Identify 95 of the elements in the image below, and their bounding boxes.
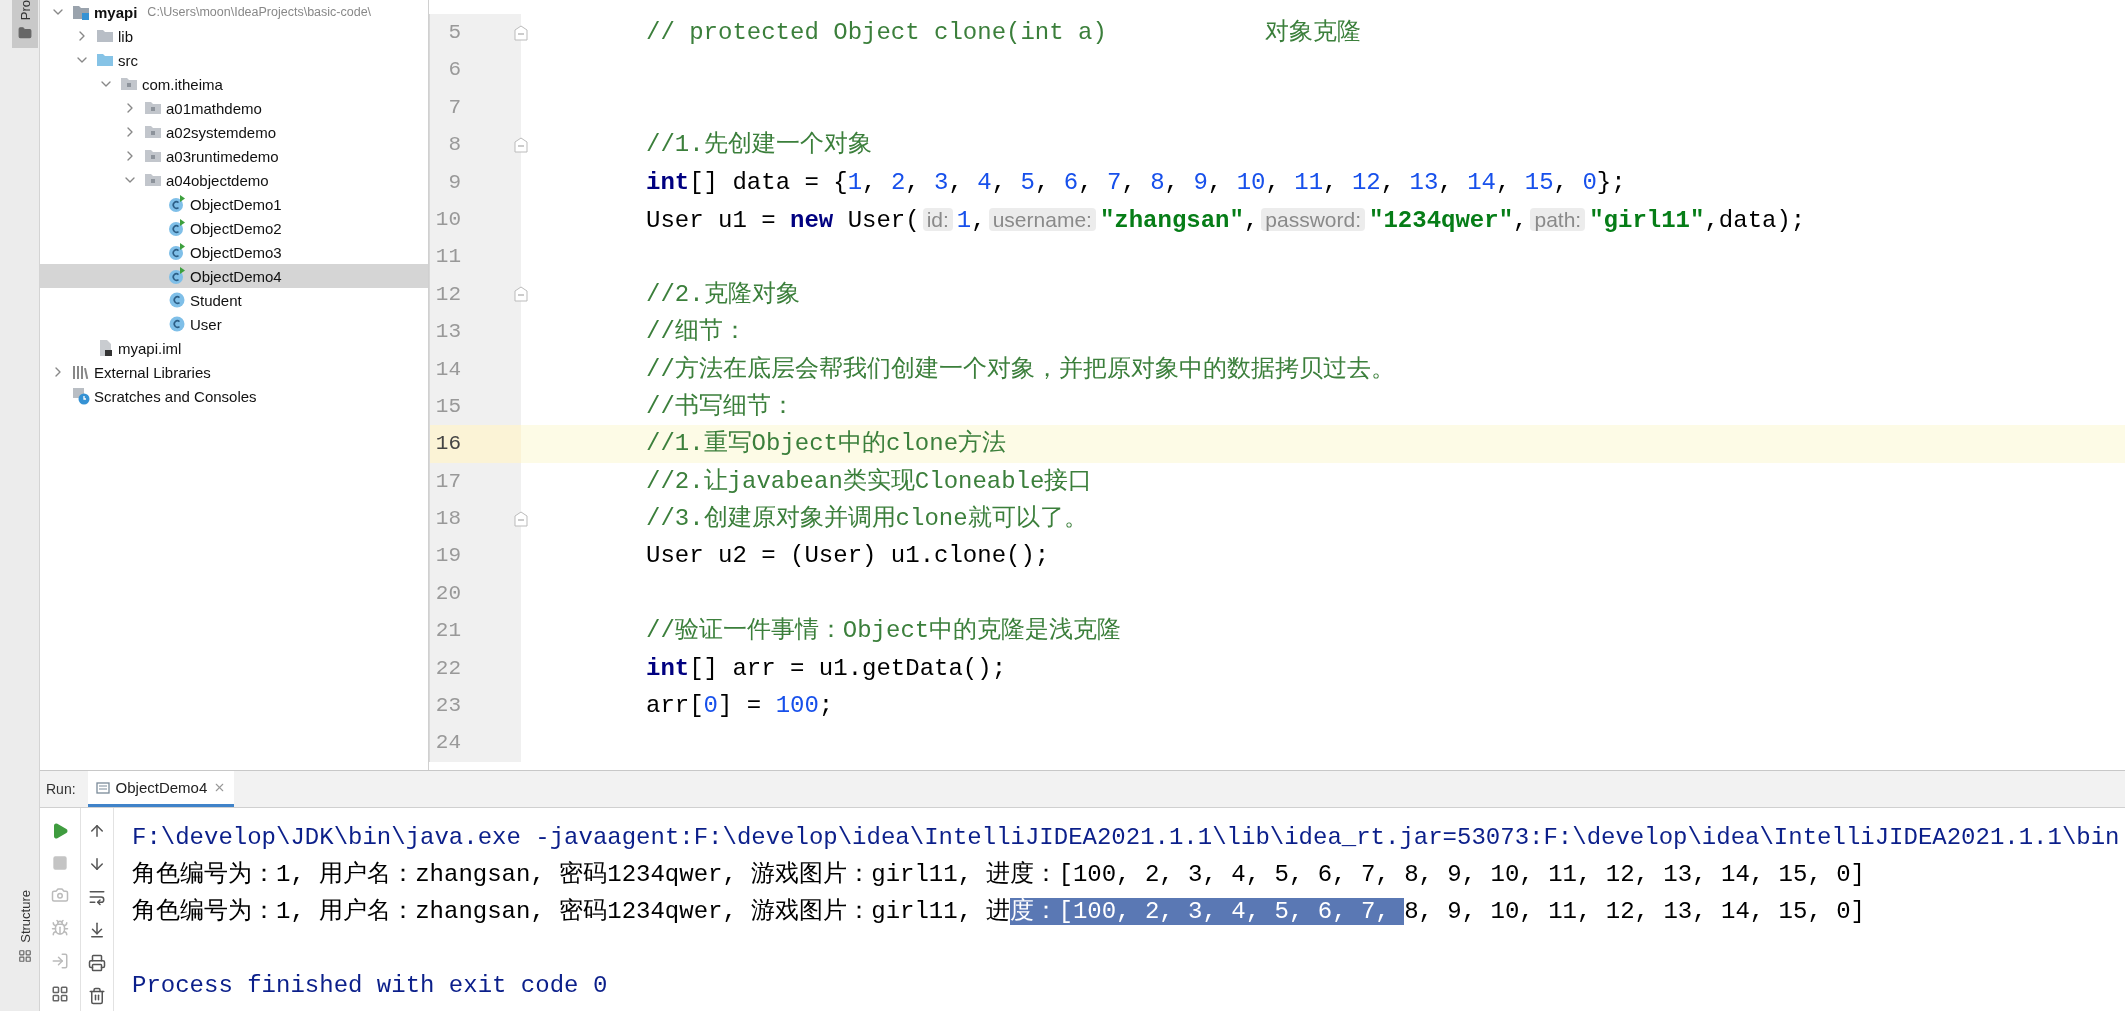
- tree-item[interactable]: src: [40, 48, 428, 72]
- line-number: 23: [429, 687, 521, 725]
- console-line: F:\develop\JDK\bin\java.exe -javaagent:F:\develop\idea\IntelliJIDEA2021.1.1\lib\idea_rt.jar=53073:F:\develop\idea\IntelliJIDEA2021.1.1\bin: [132, 823, 2121, 853]
- tree-item[interactable]: myapi.iml: [40, 336, 428, 360]
- code-line: //方法在底层会帮我们创建一个对象，并把原对象中的数据拷贝过去。: [645, 354, 1396, 385]
- fold-marker-icon[interactable]: [513, 24, 529, 41]
- package-icon: [144, 123, 162, 141]
- code-line: //验证一件事情：Object中的克隆是浅克隆: [645, 616, 1123, 647]
- line-number: 16: [429, 425, 521, 463]
- layout-icon[interactable]: [51, 985, 69, 1003]
- line-number: 14: [429, 350, 521, 388]
- code-line: int[] arr = u1.getData();: [645, 653, 1008, 684]
- rerun-icon[interactable]: [51, 822, 69, 840]
- line-number: 11: [429, 238, 521, 276]
- code-line: //1.重写Object中的clone方法: [645, 428, 1008, 460]
- tree-item[interactable]: Scratches and Consoles: [40, 384, 428, 408]
- tree-item[interactable]: a02systemdemo: [40, 120, 428, 144]
- tree-item[interactable]: ObjectDemo3: [40, 240, 428, 264]
- code-line: // protected Object clone(int a) 对象克隆: [645, 18, 1363, 48]
- fold-marker-icon[interactable]: [513, 286, 529, 303]
- line-number: 24: [429, 724, 521, 762]
- tree-item[interactable]: a03runtimedemo: [40, 144, 428, 168]
- console-icon: [95, 780, 110, 795]
- tool-window-tab[interactable]: Pro: [12, 0, 38, 49]
- code-line: //1.先创建一个对象: [645, 130, 873, 161]
- console-line: Process finished with exit code 0: [132, 971, 609, 1001]
- line-number: 15: [429, 387, 521, 426]
- tree-item[interactable]: ObjectDemo4: [40, 264, 428, 288]
- line-number: 20: [429, 574, 521, 613]
- library-icon: [72, 363, 90, 381]
- class-icon: [168, 195, 186, 213]
- code-line: int[] data = {1, 2, 3, 4, 5, 6, 7, 8, 9, 10, 11, 12, 13, 14, 15, 0};: [645, 167, 1627, 198]
- line-number: 7: [429, 88, 521, 127]
- fold-marker-icon[interactable]: [513, 510, 529, 527]
- tree-item[interactable]: ObjectDemo1: [40, 192, 428, 216]
- line-number: 8: [429, 126, 521, 164]
- package-icon: [144, 147, 162, 165]
- line-number: 13: [429, 313, 521, 351]
- package-icon: [144, 171, 162, 189]
- code-line: User u2 = (User) u1.clone();: [645, 541, 1051, 572]
- camera-icon[interactable]: [51, 886, 69, 904]
- class-icon: [168, 291, 186, 309]
- soft-wrap-icon[interactable]: [88, 888, 106, 906]
- line-number: 12: [429, 275, 521, 314]
- package-icon: [120, 75, 138, 93]
- package-icon: [144, 99, 162, 117]
- module-folder-icon: [72, 3, 90, 21]
- run-tab[interactable]: ObjectDemo4: [87, 771, 235, 807]
- login-icon[interactable]: [51, 952, 69, 970]
- scroll-to-end-icon[interactable]: [88, 921, 106, 939]
- scratches-icon: [72, 387, 90, 405]
- print-icon[interactable]: [88, 954, 106, 972]
- tree-item[interactable]: External Libraries: [40, 360, 428, 384]
- tree-item[interactable]: ObjectDemo2: [40, 216, 428, 240]
- module-path: C:\Users\moon\IdeaProjects\basic-code\: [147, 5, 372, 19]
- code-line: //2.让javabean类实现Cloneable接口: [645, 466, 1094, 497]
- line-number: 10: [429, 200, 521, 240]
- line-number: 6: [429, 51, 521, 89]
- tree-item[interactable]: a04objectdemo: [40, 168, 428, 192]
- folder-icon: [18, 26, 32, 41]
- class-icon: [168, 267, 186, 285]
- line-number: 19: [429, 537, 521, 575]
- folder-icon: [96, 51, 114, 69]
- class-icon: [168, 243, 186, 261]
- code-line: arr[0] = 100;: [645, 691, 835, 722]
- code-line: //书写细节：: [645, 391, 796, 422]
- tree-item[interactable]: com.itheima: [40, 72, 428, 96]
- line-number: 22: [429, 649, 521, 688]
- code-line: //2.克隆对象: [645, 279, 801, 310]
- console-line: 角色编号为：1, 用户名：zhangsan, 密码1234qwer, 游戏图片：girl11, 进度：[100, 2, 3, 4, 5, 6, 7, 8, 9, 10, 11, 12, 13, 14, 15, 0]: [132, 860, 1866, 890]
- tree-item[interactable]: User: [40, 312, 428, 336]
- folder-icon: [96, 27, 114, 45]
- code-line: User u1 = new User( id: 1, username: "zhangsan", password: "1234qwer", path: "girl11",data);: [645, 205, 1807, 236]
- tree-item[interactable]: myapi C:\Users\moon\IdeaProjects\basic-code\: [40, 0, 428, 24]
- tree-item[interactable]: a01mathdemo: [40, 96, 428, 120]
- tree-item[interactable]: Student: [40, 288, 428, 312]
- class-icon: [168, 315, 186, 333]
- console-line: 角色编号为：1, 用户名：zhangsan, 密码1234qwer, 游戏图片：girl11, 进度：[100, 2, 3, 4, 5, 6, 7, 8, 9, 10, 11, 12, 13, 14, 15, 0]: [132, 897, 1866, 927]
- line-number: 17: [429, 462, 521, 501]
- line-number: 21: [429, 612, 521, 650]
- class-icon: [168, 219, 186, 237]
- trash-icon[interactable]: [88, 987, 106, 1005]
- tool-window-tab[interactable]: Structure: [12, 890, 38, 971]
- line-number: 5: [429, 14, 521, 52]
- run-label: Run:: [46, 780, 76, 799]
- code-line: //3.创建原对象并调用clone就可以了。: [645, 504, 1089, 535]
- fold-marker-icon[interactable]: [513, 136, 529, 153]
- tree-item[interactable]: lib: [40, 24, 428, 48]
- line-number: 18: [429, 500, 521, 538]
- structure-icon: [18, 949, 32, 963]
- line-number: 9: [429, 163, 521, 201]
- stop-icon[interactable]: [52, 855, 68, 871]
- down-arrow-icon[interactable]: [88, 855, 106, 873]
- code-line: //细节：: [645, 317, 748, 348]
- bug-icon[interactable]: [51, 919, 69, 937]
